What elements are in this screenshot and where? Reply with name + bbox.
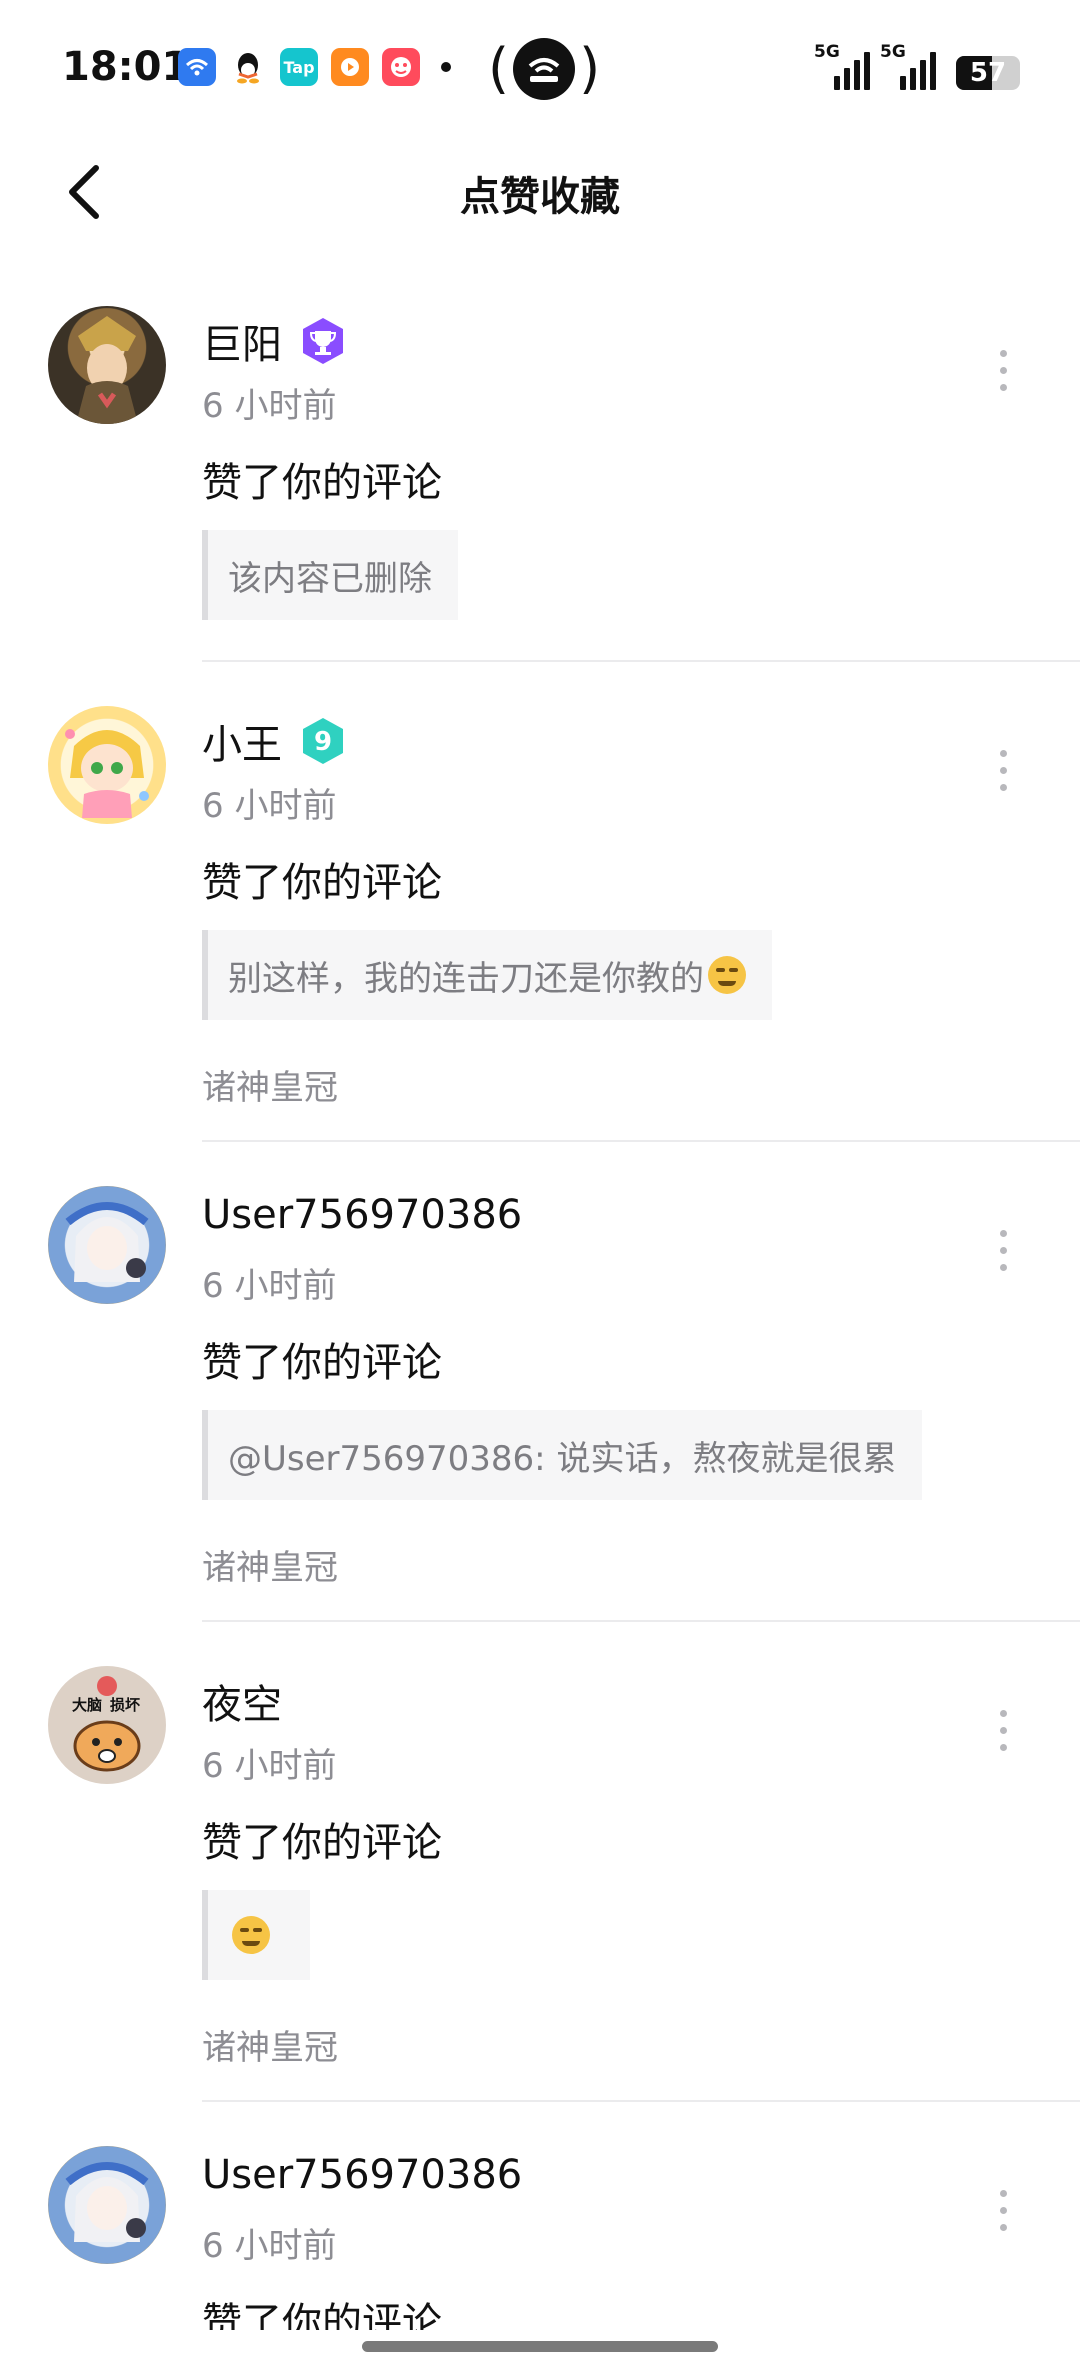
hotspot-indicator: ( )	[488, 37, 601, 100]
avatar[interactable]: 大脑 损坏	[48, 1666, 166, 1784]
more-notifications-dot	[441, 62, 451, 72]
signal-icon: 5G	[880, 42, 936, 90]
avatar[interactable]	[48, 2146, 166, 2264]
hotspot-icon	[513, 38, 576, 100]
more-options-icon[interactable]	[990, 340, 1016, 400]
timestamp: 6 小时前	[202, 786, 337, 826]
username[interactable]: User756970386	[202, 1192, 522, 1238]
wifi-app-icon	[178, 48, 216, 86]
home-indicator[interactable]	[362, 2341, 718, 2352]
notification-icons: Tap	[178, 48, 451, 86]
page-title: 点赞收藏	[460, 174, 620, 220]
timestamp: 6 小时前	[202, 2226, 337, 2266]
timestamp: 6 小时前	[202, 386, 337, 426]
avatar[interactable]	[48, 1186, 166, 1304]
status-bar: 18:01 Tap ( ) 5G 5G 57	[0, 0, 1080, 140]
emoji-icon	[232, 1916, 270, 1954]
source-label[interactable]: 诸神皇冠	[202, 2020, 338, 2069]
quoted-comment[interactable]	[202, 1890, 310, 1980]
divider	[202, 660, 1080, 662]
username[interactable]: 小王 9	[202, 712, 348, 770]
action-text: 赞了你的评论	[202, 1340, 442, 1386]
more-options-icon[interactable]	[990, 740, 1016, 800]
source-label[interactable]: 诸神皇冠	[202, 1060, 338, 1109]
divider	[202, 1620, 1080, 1622]
svg-text:大脑: 大脑	[72, 1696, 102, 1714]
username[interactable]: 巨阳	[202, 312, 348, 370]
emoji-icon	[708, 956, 746, 994]
video-app-icon	[331, 48, 369, 86]
quoted-comment[interactable]: 别这样，我的连击刀还是你教的	[202, 930, 772, 1020]
status-time: 18:01	[62, 44, 190, 90]
action-text: 赞了你的评论	[202, 860, 442, 906]
battery-icon: 57	[956, 56, 1020, 90]
timestamp: 6 小时前	[202, 1266, 337, 1306]
action-text: 赞了你的评论	[202, 460, 442, 506]
more-options-icon[interactable]	[990, 1700, 1016, 1760]
shopping-app-icon	[382, 48, 420, 86]
nav-bar: 点赞收藏	[0, 140, 1080, 250]
more-options-icon[interactable]	[990, 2180, 1016, 2240]
action-text: 赞了你的评论	[202, 2300, 442, 2330]
username[interactable]: 夜空	[202, 1672, 282, 1730]
username[interactable]: User756970386	[202, 2152, 522, 2198]
taptap-icon: Tap	[280, 48, 318, 86]
trophy-badge-icon	[298, 316, 348, 366]
avatar[interactable]	[48, 306, 166, 424]
signal-battery: 5G 5G 57	[814, 42, 1020, 90]
list-item[interactable]: User756970386 6 小时前 赞了你的评论	[0, 2140, 1080, 2330]
timestamp: 6 小时前	[202, 1746, 337, 1786]
quoted-comment[interactable]: 该内容已删除	[202, 530, 458, 620]
quoted-comment[interactable]: @User756970386: 说实话，熬夜就是很累	[202, 1410, 923, 1500]
more-options-icon[interactable]	[990, 1220, 1016, 1280]
level-badge-icon: 9	[298, 716, 348, 766]
avatar[interactable]	[48, 706, 166, 824]
signal-icon: 5G	[814, 42, 870, 90]
svg-text:损坏: 损坏	[110, 1696, 140, 1714]
action-text: 赞了你的评论	[202, 1820, 442, 1866]
divider	[202, 1140, 1080, 1142]
source-label[interactable]: 诸神皇冠	[202, 1540, 338, 1589]
qq-icon	[229, 48, 267, 86]
svg-text:9: 9	[314, 727, 332, 757]
divider	[202, 2100, 1080, 2102]
